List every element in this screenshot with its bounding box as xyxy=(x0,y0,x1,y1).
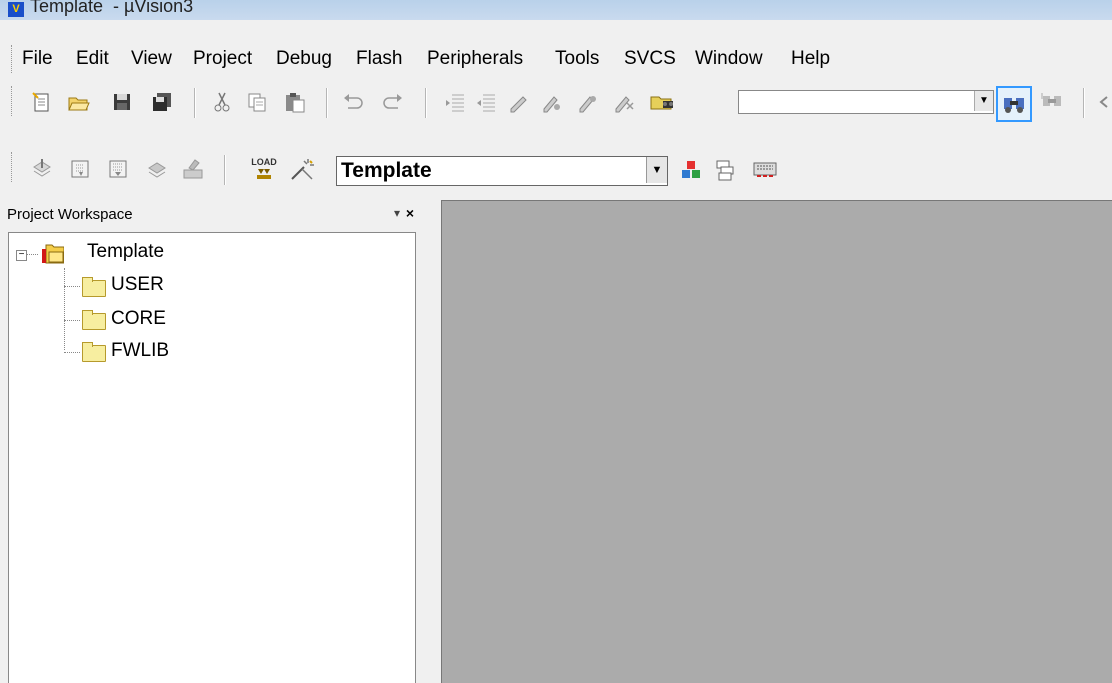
app-icon: V xyxy=(8,2,24,17)
menu-view[interactable]: View xyxy=(131,48,172,70)
redo-icon[interactable] xyxy=(380,90,404,114)
tree-guide xyxy=(64,352,80,353)
menu-edit[interactable]: Edit xyxy=(76,48,109,70)
prev-bookmark-icon[interactable] xyxy=(576,90,600,114)
file-extensions-icon[interactable] xyxy=(713,158,737,182)
target-options-icon[interactable] xyxy=(288,157,318,181)
find-in-files-icon[interactable] xyxy=(648,90,678,114)
stop-build-icon[interactable] xyxy=(181,157,205,181)
pin-icon[interactable]: ▾ xyxy=(394,206,400,220)
toolbar-separator xyxy=(224,155,226,185)
editor-area[interactable] xyxy=(441,200,1112,683)
batch-build-icon[interactable] xyxy=(145,157,169,181)
workspace-title: Project Workspace xyxy=(7,206,133,223)
workspace-header: Project Workspace ▾ × xyxy=(5,205,420,227)
indent-icon[interactable] xyxy=(443,90,467,114)
tree-item-label: CORE xyxy=(111,308,166,329)
find-icon[interactable] xyxy=(996,86,1032,122)
collapse-icon[interactable]: − xyxy=(16,250,27,261)
menu-project[interactable]: Project xyxy=(193,48,252,70)
menu-file[interactable]: File xyxy=(22,48,53,70)
cut-icon[interactable] xyxy=(210,90,234,114)
unindent-icon[interactable] xyxy=(474,90,498,114)
folder-icon xyxy=(82,342,106,362)
target-select[interactable]: Template ▼ xyxy=(336,156,668,186)
toolbar-separator xyxy=(1083,88,1085,118)
toolbar1-grip[interactable] xyxy=(11,86,15,116)
toolbar2-grip[interactable] xyxy=(11,152,15,182)
target-select-value: Template xyxy=(341,159,432,182)
tree-guide xyxy=(26,254,38,255)
open-file-icon[interactable] xyxy=(67,90,91,114)
menubar-grip[interactable] xyxy=(11,45,15,73)
project-folder-icon xyxy=(40,242,64,266)
clear-bookmarks-icon[interactable] xyxy=(612,90,636,114)
tree-guide xyxy=(64,268,65,350)
menu-flash[interactable]: Flash xyxy=(356,48,402,70)
menu-bar: File Edit View Project Debug Flash Perip… xyxy=(0,36,1112,80)
toolbar-overflow-icon[interactable] xyxy=(1096,90,1110,114)
workspace-tree[interactable] xyxy=(8,232,416,683)
menu-peripherals[interactable]: Peripherals xyxy=(427,48,523,70)
environment-settings-icon[interactable] xyxy=(752,158,778,182)
folder-icon xyxy=(82,277,106,297)
tree-guide xyxy=(64,286,80,287)
toolbar-separator xyxy=(326,88,328,118)
tree-root-label: Template xyxy=(87,241,165,262)
window-title: Template - µVision3 xyxy=(30,0,194,16)
find-combo[interactable]: ▼ xyxy=(738,90,994,114)
next-bookmark-icon[interactable] xyxy=(540,90,564,114)
save-all-icon[interactable] xyxy=(150,90,174,114)
copy-icon[interactable] xyxy=(245,90,269,114)
rebuild-all-icon[interactable] xyxy=(106,157,130,181)
title-bar: V Template - µVision3 xyxy=(0,0,1112,20)
toggle-bookmark-icon[interactable] xyxy=(506,90,530,114)
load-icon[interactable]: LOAD xyxy=(250,155,278,183)
save-icon[interactable] xyxy=(110,90,134,114)
undo-icon[interactable] xyxy=(342,90,366,114)
toolbar-separator xyxy=(194,88,196,118)
load-label: LOAD xyxy=(251,157,277,167)
new-file-icon[interactable] xyxy=(30,90,54,114)
tree-item-label: FWLIB xyxy=(111,340,170,361)
panel-splitter[interactable] xyxy=(423,200,433,682)
menu-tools[interactable]: Tools xyxy=(555,48,599,70)
folder-icon xyxy=(82,310,106,330)
incremental-find-icon[interactable] xyxy=(1040,90,1064,114)
build-target-icon[interactable] xyxy=(68,157,92,181)
chevron-down-icon[interactable]: ▼ xyxy=(974,91,993,111)
menu-debug[interactable]: Debug xyxy=(276,48,332,70)
paste-icon[interactable] xyxy=(283,90,307,114)
menu-svcs[interactable]: SVCS xyxy=(624,48,676,70)
menu-help[interactable]: Help xyxy=(791,48,830,70)
tree-guide xyxy=(64,320,80,321)
close-icon[interactable]: × xyxy=(406,205,414,221)
translate-icon[interactable] xyxy=(30,157,54,181)
chevron-down-icon[interactable]: ▼ xyxy=(646,157,667,183)
menu-window[interactable]: Window xyxy=(695,48,763,70)
toolbar-separator xyxy=(425,88,427,118)
manage-components-icon[interactable] xyxy=(679,158,703,182)
tree-item-label: USER xyxy=(111,274,164,295)
